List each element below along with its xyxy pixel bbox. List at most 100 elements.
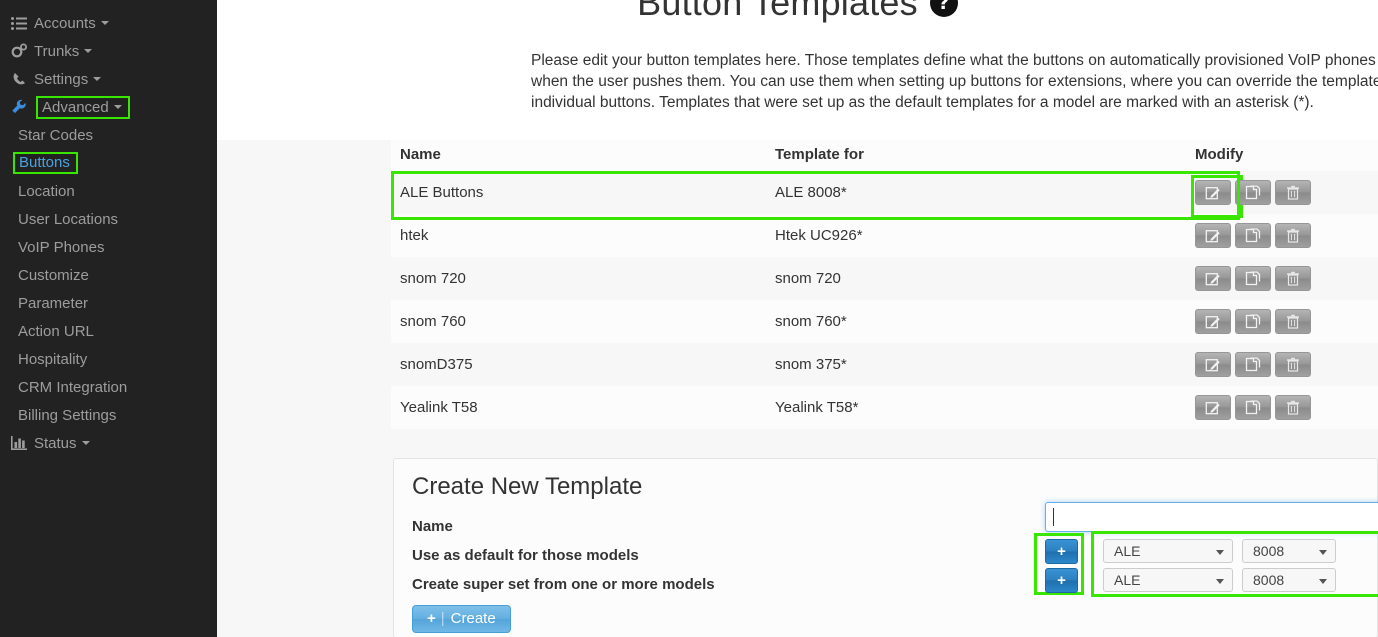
sidebar-item-label: User Locations: [18, 210, 119, 228]
sidebar-item-label: Accounts: [34, 14, 96, 32]
add-superset-model-button[interactable]: +: [1045, 568, 1078, 593]
sidebar-item-voip-phones[interactable]: VoIP Phones: [0, 233, 217, 261]
table-body: ALE Buttons ALE 8008* htek Htek UC926* snom …: [391, 171, 1378, 429]
label-use-as-default: Use as default for those models: [412, 547, 639, 564]
sidebar-item-hospitality[interactable]: Hospitality: [0, 345, 217, 373]
model-selects-group: ALE 8008 ALE 8008: [1091, 531, 1378, 597]
page-title-text: Button Templates: [637, 0, 918, 23]
cell-name: snom 720: [391, 257, 766, 300]
create-panel-title: Create New Template: [412, 473, 643, 500]
sidebar-item-accounts[interactable]: Accounts: [0, 9, 217, 37]
edit-row-button[interactable]: [1195, 266, 1231, 291]
page-description: Please edit your button templates here. …: [531, 52, 1378, 111]
default-brand-select[interactable]: ALE: [1103, 539, 1233, 563]
sidebar: Accounts Trunks Settings Advanced Star C…: [0, 0, 217, 637]
cell-modify: [1186, 214, 1378, 257]
main-content: Button Templates? Please edit your butto…: [217, 0, 1378, 637]
sidebar-item-trunks[interactable]: Trunks: [0, 37, 217, 65]
content-band: Name Template for Modify ALE Buttons ALE …: [217, 140, 1378, 637]
trash-row-button[interactable]: [1275, 266, 1311, 291]
sidebar-item-label: VoIP Phones: [18, 238, 105, 256]
edit-row-button[interactable]: [1195, 309, 1231, 334]
table-row: htek Htek UC926*: [391, 214, 1378, 257]
cell-modify: [1186, 300, 1378, 343]
sidebar-item-label: Status: [34, 434, 77, 452]
sidebar-item-crm-integration[interactable]: CRM Integration: [0, 373, 217, 401]
sidebar-item-user-locations[interactable]: User Locations: [0, 205, 217, 233]
add-model-buttons-group: + +: [1034, 533, 1084, 595]
edit-row-button[interactable]: [1195, 352, 1231, 377]
sidebar-item-label: Advanced: [42, 98, 109, 116]
question-mark-icon[interactable]: ?: [929, 0, 958, 17]
cell-template-for: Yealink T58*: [766, 386, 1186, 429]
sidebar-item-buttons[interactable]: Buttons: [0, 149, 217, 177]
cell-name: ALE Buttons: [391, 171, 1240, 220]
advanced-highlight: Advanced: [36, 95, 130, 119]
sidebar-item-label: Action URL: [18, 322, 94, 340]
sidebar-top-nav: Accounts Trunks Settings Advanced Star C…: [0, 0, 217, 457]
cell-template-for: snom 720: [766, 257, 1186, 300]
create-button[interactable]: + | Create: [412, 605, 511, 633]
cell-template-for: snom 375*: [766, 343, 1186, 386]
table-row: snom 760 snom 760*: [391, 300, 1378, 343]
trash-row-button[interactable]: [1275, 352, 1311, 377]
copy-row-button[interactable]: [1235, 395, 1271, 420]
table-header-row: Name Template for Modify: [391, 140, 1378, 171]
sidebar-item-billing-settings[interactable]: Billing Settings: [0, 401, 217, 429]
sidebar-item-label: Trunks: [34, 42, 80, 60]
copy-row-button[interactable]: [1235, 309, 1271, 334]
copy-row-button[interactable]: [1235, 352, 1271, 377]
superset-brand-value: ALE: [1114, 572, 1141, 588]
default-model-row: ALE 8008: [1103, 539, 1345, 563]
trash-row-button[interactable]: [1275, 309, 1311, 334]
table-row: ALE Buttons ALE 8008*: [391, 171, 1378, 220]
add-default-model-button[interactable]: +: [1045, 539, 1078, 564]
chevron-down-icon: [1216, 579, 1224, 584]
sidebar-item-label: Customize: [18, 266, 89, 284]
copy-row-button[interactable]: [1235, 266, 1271, 291]
sidebar-item-location[interactable]: Location: [0, 177, 217, 205]
copy-row-button[interactable]: [1235, 223, 1271, 248]
sidebar-item-label: Billing Settings: [18, 406, 117, 424]
phone-icon: [4, 72, 34, 87]
sidebar-item-label: Settings: [34, 70, 89, 88]
cell-modify: [1186, 386, 1378, 429]
superset-model-select[interactable]: 8008: [1242, 568, 1336, 592]
sidebar-item-label: Star Codes: [18, 126, 94, 144]
bar-chart-icon: [4, 436, 34, 450]
chevron-down-icon: [84, 49, 93, 53]
sidebar-item-advanced[interactable]: Advanced: [0, 93, 217, 121]
table-row: snomD375 snom 375*: [391, 343, 1378, 386]
edit-row-button[interactable]: [1195, 395, 1231, 420]
sidebar-item-status[interactable]: Status: [0, 429, 217, 457]
templates-table: Name Template for Modify ALE Buttons ALE …: [391, 140, 1378, 429]
trash-row-button[interactable]: [1275, 395, 1311, 420]
template-name-input[interactable]: [1045, 502, 1378, 532]
default-model-value: 8008: [1253, 543, 1285, 559]
edit-row-button[interactable]: [1191, 175, 1243, 218]
sidebar-item-label: Hospitality: [18, 350, 88, 368]
trash-row-button[interactable]: [1275, 180, 1311, 205]
wrench-icon: [4, 99, 34, 115]
sidebar-item-parameter[interactable]: Parameter: [0, 289, 217, 317]
text-cursor: [1053, 508, 1054, 526]
chevron-down-icon: [93, 77, 102, 81]
chevron-down-icon: [1319, 579, 1327, 584]
create-button-label: Create: [450, 610, 496, 627]
column-header-modify: Modify: [1186, 140, 1378, 171]
default-model-select[interactable]: 8008: [1242, 539, 1336, 563]
sidebar-item-star-codes[interactable]: Star Codes: [0, 121, 217, 149]
copy-row-button[interactable]: [1235, 180, 1271, 205]
label-create-super-set: Create super set from one or more models: [412, 576, 715, 593]
chevron-down-icon: [81, 441, 90, 445]
trash-row-button[interactable]: [1275, 223, 1311, 248]
sidebar-item-customize[interactable]: Customize: [0, 261, 217, 289]
cell-modify: [1186, 257, 1378, 300]
edit-row-button[interactable]: [1195, 223, 1231, 248]
superset-model-row: ALE 8008: [1103, 568, 1345, 592]
sidebar-item-action-url[interactable]: Action URL: [0, 317, 217, 345]
button-divider: |: [440, 610, 445, 627]
sidebar-item-label: Parameter: [18, 294, 89, 312]
superset-brand-select[interactable]: ALE: [1103, 568, 1233, 592]
sidebar-item-settings[interactable]: Settings: [0, 65, 217, 93]
